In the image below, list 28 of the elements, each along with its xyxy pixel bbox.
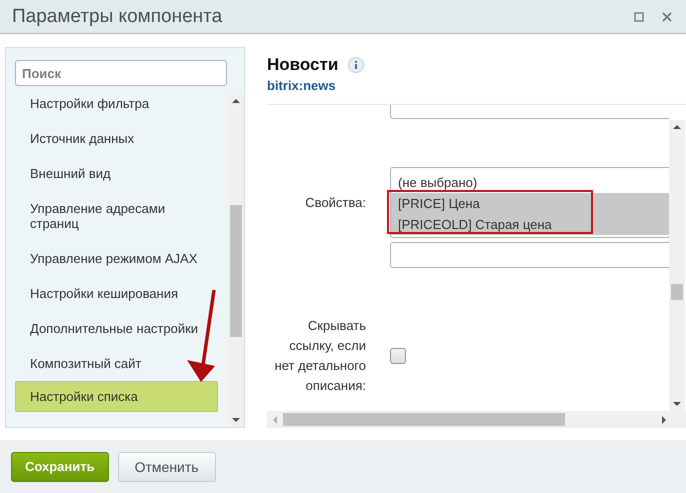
sidebar-item[interactable]: Дополнительные настройки — [15, 311, 214, 346]
maximize-icon[interactable] — [634, 12, 644, 22]
sidebar-item[interactable]: Настройки списка — [15, 381, 218, 412]
sidebar-item[interactable]: Источник данных — [15, 121, 150, 156]
list-option[interactable]: [PRICE] Цена — [391, 193, 669, 214]
info-icon[interactable] — [348, 57, 364, 73]
input-field[interactable] — [390, 242, 669, 268]
field-label: Свойства: — [305, 194, 366, 210]
component-code: bitrix:news — [267, 78, 337, 93]
field-label: Скрывать ссылку, если нет детального описания: — [274, 318, 366, 393]
sidebar-item[interactable]: Управление адресами страниц — [15, 191, 218, 241]
sidebar-item[interactable]: Композитный сайт — [15, 346, 156, 381]
sidebar-item[interactable]: Настройки фильтра — [15, 94, 164, 121]
list-box[interactable]: (не выбрано) [PRICE] Цена [PRICEOLD] Старая цена — [390, 167, 669, 238]
sidebar-item[interactable]: Настройки кеширования — [15, 276, 194, 311]
scrollbar[interactable] — [669, 120, 685, 411]
list-option[interactable]: (не выбрано) — [391, 172, 669, 193]
cancel-button[interactable]: Отменить — [118, 452, 216, 482]
sidebar-item[interactable]: Управление режимом AJAX — [15, 241, 212, 276]
sidebar-item[interactable]: Внешний вид — [15, 156, 126, 191]
checkbox[interactable] — [390, 348, 406, 364]
component-title: Новости — [267, 55, 338, 75]
list-option[interactable]: [PRICEOLD] Старая цена — [391, 214, 669, 235]
search-field[interactable]: Поиск — [15, 60, 227, 86]
window-title: Параметры компонента — [12, 6, 222, 28]
scrollbar[interactable] — [228, 94, 244, 427]
scrollbar[interactable] — [267, 411, 686, 428]
close-icon[interactable] — [662, 12, 672, 22]
